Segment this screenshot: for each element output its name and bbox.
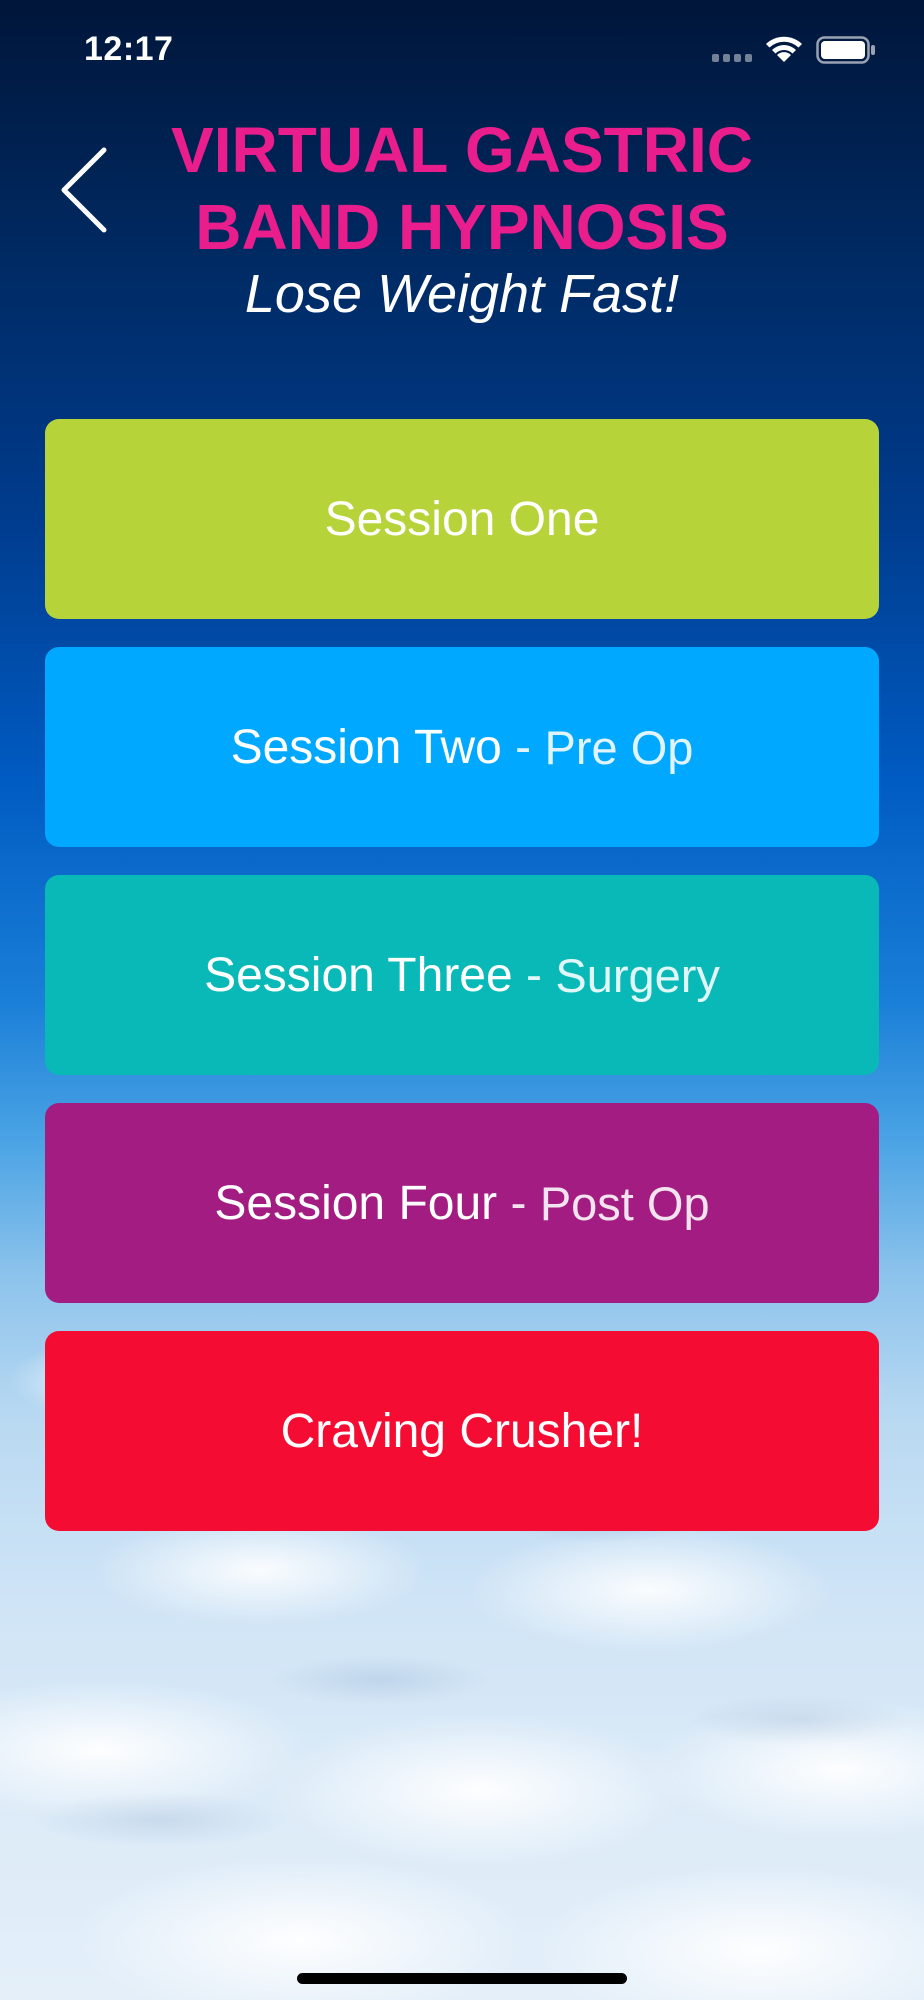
session-sublabel: Post Op — [539, 1176, 710, 1230]
app-screen: 12:17 VIRTUAL GASTRIC BAND HYPNOSIS Lose… — [0, 0, 924, 2000]
session-sublabel: Surgery — [555, 948, 720, 1002]
session-label: Session Four — [214, 1176, 498, 1230]
app-subtitle: Lose Weight Fast! — [244, 264, 680, 324]
status-bar: 12:17 — [0, 0, 924, 100]
app-title-line-2: BAND HYPNOSIS — [195, 191, 729, 263]
session-three-button[interactable]: Session Three - Surgery — [45, 875, 879, 1075]
battery-icon — [816, 36, 875, 64]
status-time: 12:17 — [84, 30, 174, 68]
session-label: Session Three — [204, 948, 513, 1002]
session-separator: - — [512, 948, 556, 1002]
app-title-line-1: VIRTUAL GASTRIC — [171, 114, 753, 186]
session-label: Session Two — [230, 720, 502, 774]
session-sublabel: Pre Op — [544, 720, 694, 774]
session-label: Session One — [324, 492, 600, 546]
session-two-button[interactable]: Session Two - Pre Op — [45, 647, 879, 847]
home-indicator[interactable] — [297, 1973, 627, 1984]
session-label: Craving Crusher! — [280, 1404, 644, 1458]
cellular-signal-icon — [712, 54, 752, 62]
session-separator: - — [497, 1176, 540, 1230]
chevron-left-icon — [61, 147, 107, 233]
session-one-button[interactable]: Session One — [45, 419, 879, 619]
back-button[interactable] — [56, 140, 116, 240]
session-separator: - — [501, 720, 545, 774]
session-four-button[interactable]: Session Four - Post Op — [45, 1103, 879, 1303]
craving-crusher-button[interactable]: Craving Crusher! — [45, 1331, 879, 1531]
wifi-icon — [766, 36, 802, 62]
